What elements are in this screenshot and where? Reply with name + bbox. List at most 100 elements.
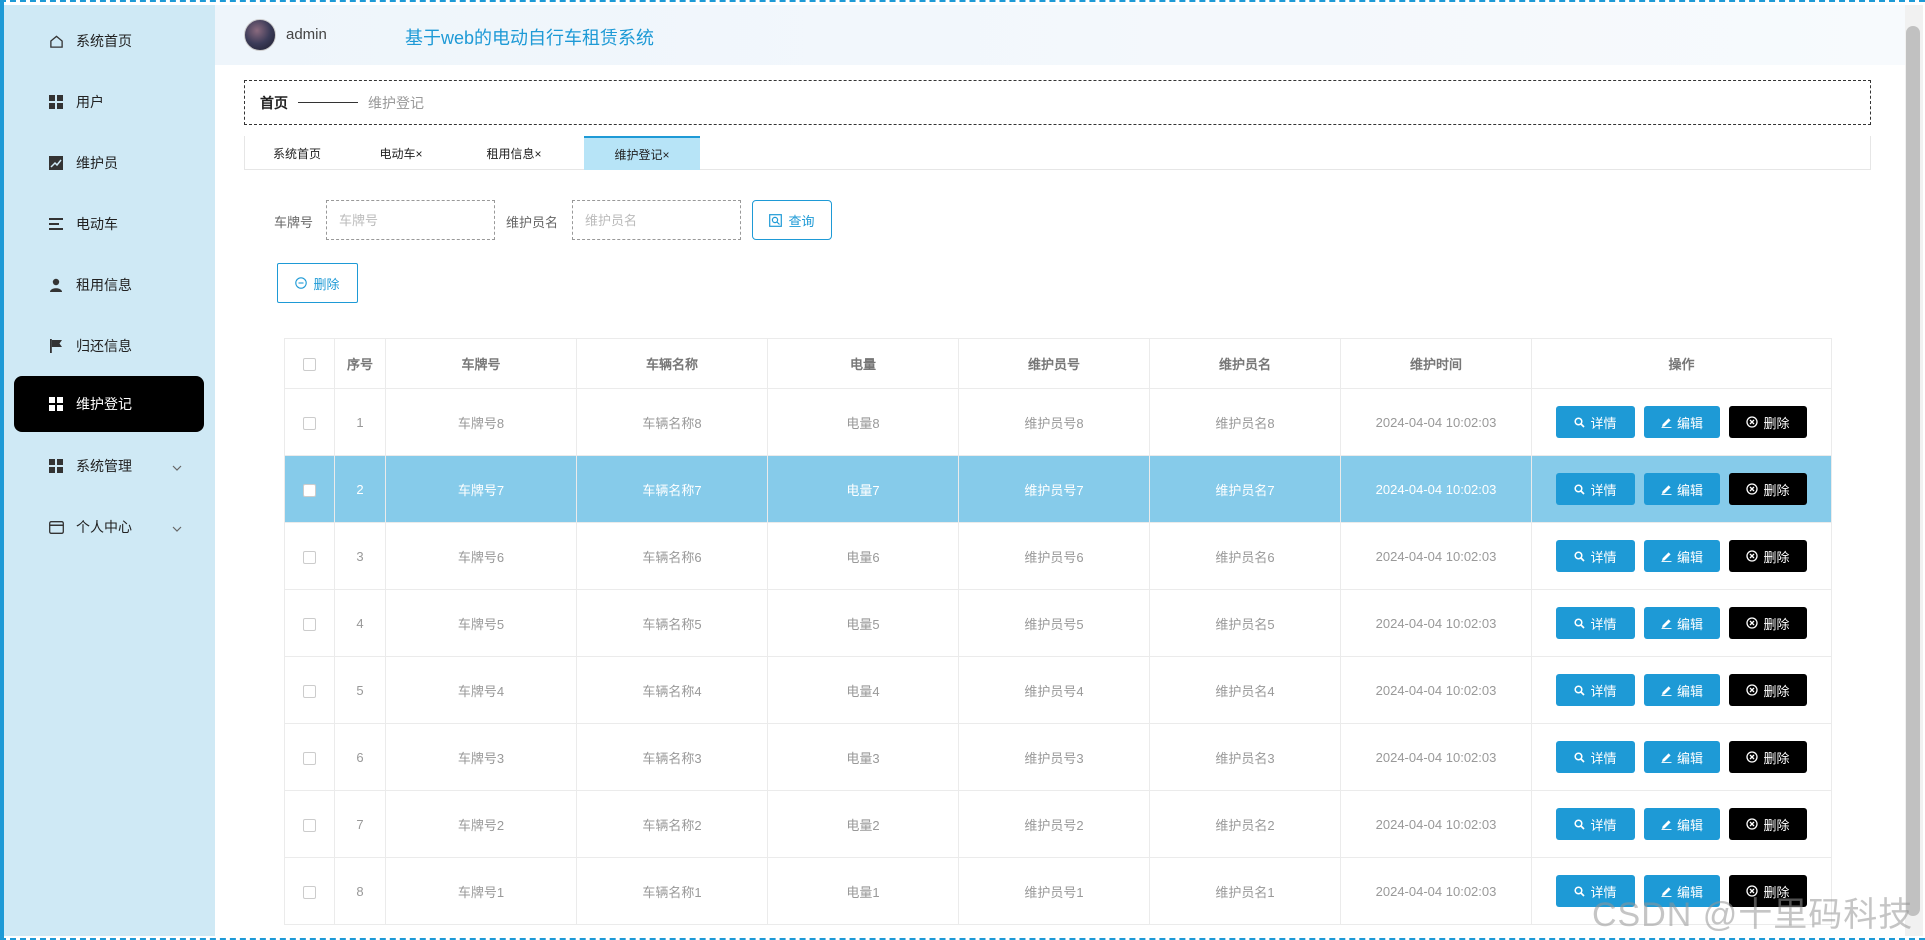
column-header[interactable]: 维护员号 [958, 338, 1150, 389]
sidebar-item-users[interactable]: 用户 [14, 74, 204, 130]
vertical-scrollbar-thumb[interactable] [1906, 26, 1920, 916]
grid-icon [48, 458, 64, 474]
close-circle-icon [1746, 818, 1759, 830]
row-checkbox[interactable] [303, 818, 316, 832]
row-checkbox[interactable] [303, 684, 316, 698]
table-cell: 2024-04-04 10:02:03 [1340, 790, 1532, 858]
column-header[interactable]: 维护时间 [1340, 338, 1532, 389]
row-checkbox[interactable] [303, 483, 316, 497]
edit-button-label: 编辑 [1676, 549, 1703, 565]
breadcrumb-home[interactable]: 首页 [260, 93, 288, 113]
delete-button[interactable]: 删除 [1729, 406, 1807, 438]
edit-button[interactable]: 编辑 [1644, 741, 1720, 773]
close-circle-icon [1746, 550, 1759, 562]
table-cell: 2024-04-04 10:02:03 [1340, 589, 1532, 657]
detail-button[interactable]: 详情 [1556, 540, 1635, 572]
table-cell: 3 [334, 522, 386, 590]
edit-button-label: 编辑 [1676, 415, 1703, 431]
sidebar-item-rentals[interactable]: 租用信息 [14, 257, 204, 313]
detail-button[interactable]: 详情 [1556, 406, 1635, 438]
detail-button[interactable]: 详情 [1556, 674, 1635, 706]
flag-icon [48, 338, 64, 354]
table-cell: 4 [334, 589, 386, 657]
row-select-cell [284, 857, 335, 925]
edit-button[interactable]: 编辑 [1644, 540, 1720, 572]
table-row[interactable]: 3 车牌号6 车辆名称6 电量6 维护员号6 维护员名6 2024-04-04 10:02:… [284, 522, 1832, 590]
username[interactable]: admin [286, 26, 327, 43]
breadcrumb-current: 维护登记 [368, 94, 424, 111]
table-row[interactable]: 4 车牌号5 车辆名称5 电量5 维护员号5 维护员名5 2024-04-04 10:02:… [284, 589, 1832, 657]
row-actions-cell: 详情 编辑 删除 [1531, 455, 1832, 523]
tab-home[interactable]: 系统首页 [245, 136, 349, 170]
table-cell: 车辆名称8 [576, 388, 768, 456]
delete-button[interactable]: 删除 [1729, 674, 1807, 706]
sidebar-item-returns[interactable]: 归还信息 [14, 318, 204, 374]
row-checkbox[interactable] [303, 751, 316, 765]
table-cell: 维护员名1 [1149, 857, 1341, 925]
detail-button[interactable]: 详情 [1556, 607, 1635, 639]
table-row[interactable]: 5 车牌号4 车辆名称4 电量4 维护员号4 维护员名4 2024-04-04 10:02:… [284, 656, 1832, 724]
table-cell: 车辆名称1 [576, 857, 768, 925]
delete-button-label: 删除 [1763, 817, 1790, 833]
tab-maintenance[interactable]: 维护登记× [584, 136, 700, 170]
column-header[interactable]: 维护员名 [1149, 338, 1341, 389]
row-checkbox[interactable] [303, 550, 316, 564]
row-checkbox[interactable] [303, 885, 316, 899]
sidebar-item-maintenance[interactable]: 维护登记 [14, 376, 204, 432]
search-icon [1574, 885, 1586, 897]
table-row[interactable]: 2 车牌号7 车辆名称7 电量7 维护员号7 维护员名7 2024-04-04 10:02:… [284, 455, 1832, 523]
delete-button[interactable]: 删除 [1729, 540, 1807, 572]
table-cell: 2024-04-04 10:02:03 [1340, 455, 1532, 523]
plate-input[interactable] [326, 200, 495, 240]
edit-button[interactable]: 编辑 [1644, 473, 1720, 505]
select-all-cell [284, 338, 335, 389]
avatar[interactable] [244, 19, 276, 51]
delete-button[interactable]: 删除 [1729, 607, 1807, 639]
table-row[interactable]: 6 车牌号3 车辆名称3 电量3 维护员号3 维护员名3 2024-04-04 10:02:… [284, 723, 1832, 791]
sidebar-item-personal-center[interactable]: 个人中心 [14, 499, 204, 555]
column-header[interactable]: 电量 [767, 338, 959, 389]
detail-button[interactable]: 详情 [1556, 808, 1635, 840]
table-row[interactable]: 1 车牌号8 车辆名称8 电量8 维护员号8 维护员名8 2024-04-04 10:02:… [284, 388, 1832, 456]
search-icon [1574, 684, 1586, 696]
table-cell: 车辆名称4 [576, 656, 768, 724]
search-icon [1574, 818, 1586, 830]
maintainer-input[interactable] [572, 200, 741, 240]
row-actions-cell: 详情 编辑 删除 [1531, 723, 1832, 791]
row-checkbox[interactable] [303, 416, 316, 430]
sidebar-item-home[interactable]: 系统首页 [14, 13, 204, 69]
delete-button-label: 删除 [1763, 750, 1790, 766]
batch-delete-button[interactable]: 删除 [277, 263, 358, 303]
tab-rentals[interactable]: 租用信息× [460, 136, 568, 170]
delete-button[interactable]: 删除 [1729, 808, 1807, 840]
delete-button[interactable]: 删除 [1729, 741, 1807, 773]
delete-button[interactable]: 删除 [1729, 473, 1807, 505]
table-cell: 维护员号7 [958, 455, 1150, 523]
chart-icon [48, 155, 64, 171]
sidebar-item-ebikes[interactable]: 电动车 [14, 196, 204, 252]
detail-button[interactable]: 详情 [1556, 473, 1635, 505]
tab-ebikes[interactable]: 电动车× [351, 136, 451, 170]
column-header[interactable]: 车牌号 [385, 338, 577, 389]
row-actions-cell: 详情 编辑 删除 [1531, 388, 1832, 456]
table-cell: 车牌号7 [385, 455, 577, 523]
row-checkbox[interactable] [303, 617, 316, 631]
edit-button[interactable]: 编辑 [1644, 808, 1720, 840]
edit-button[interactable]: 编辑 [1644, 674, 1720, 706]
detail-button[interactable]: 详情 [1556, 741, 1635, 773]
delete-button-label: 删除 [1763, 616, 1790, 632]
sidebar-item-system-management[interactable]: 系统管理 [14, 438, 204, 494]
row-actions-cell: 详情 编辑 删除 [1531, 656, 1832, 724]
select-all-checkbox[interactable] [303, 358, 316, 372]
edit-button[interactable]: 编辑 [1644, 607, 1720, 639]
query-button[interactable]: 查询 [752, 200, 832, 240]
table-row[interactable]: 7 车牌号2 车辆名称2 电量2 维护员号2 维护员名2 2024-04-04 10:02:… [284, 790, 1832, 858]
column-header[interactable]: 车辆名称 [576, 338, 768, 389]
sidebar-item-maintainers[interactable]: 维护员 [14, 135, 204, 191]
close-circle-icon [1746, 416, 1759, 428]
edit-button[interactable]: 编辑 [1644, 406, 1720, 438]
table-cell: 维护员名7 [1149, 455, 1341, 523]
edit-button-label: 编辑 [1676, 683, 1703, 699]
table-cell: 车牌号6 [385, 522, 577, 590]
table-cell: 电量1 [767, 857, 959, 925]
